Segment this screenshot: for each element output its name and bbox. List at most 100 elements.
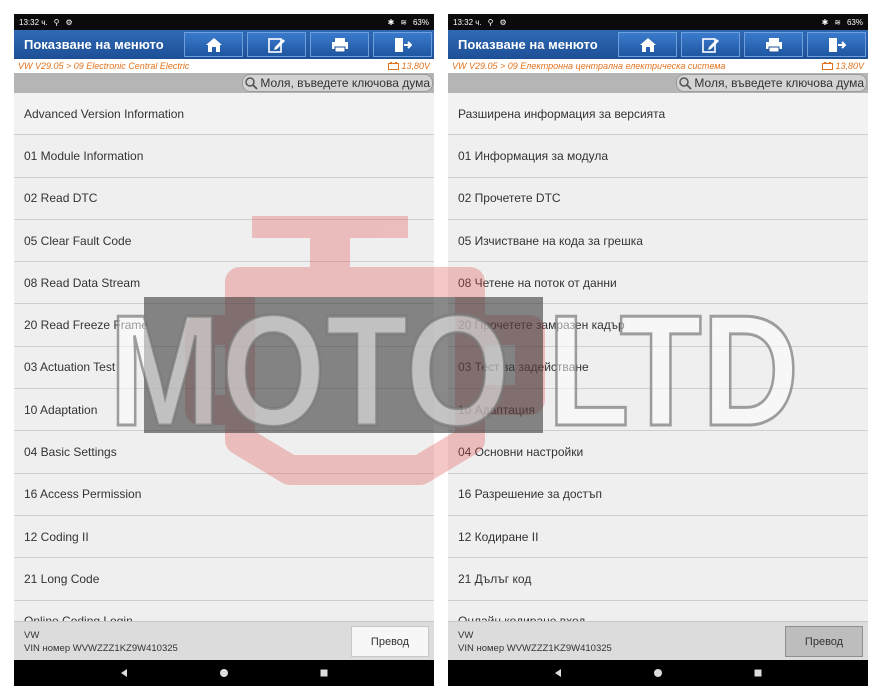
menu-item-long-code[interactable]: 21 Дълъг код <box>448 558 868 601</box>
edit-icon <box>267 37 285 53</box>
menu-item-module-info[interactable]: 01 Информация за модула <box>448 135 868 178</box>
screen-left: 13:32 ч. ⚲ ⚙ ✱ ≋ 63% Показване на менюто… <box>14 14 434 686</box>
print-icon <box>765 37 782 52</box>
search-bar: Моля, въведете ключова дума <box>448 73 868 93</box>
menu-item-adaptation[interactable]: 10 Adaptation <box>14 389 434 432</box>
menu-item-basic-settings[interactable]: 04 Basic Settings <box>14 431 434 474</box>
breadcrumb: VW V29.05 > 09 Electronic Central Electr… <box>14 59 434 73</box>
search-input[interactable]: Моля, въведете ключова дума <box>676 74 867 92</box>
menu-item-read-data-stream[interactable]: 08 Read Data Stream <box>14 262 434 305</box>
home-button[interactable] <box>184 32 243 57</box>
home-nav-icon[interactable] <box>653 668 663 678</box>
status-time: 13:32 ч. <box>19 17 48 27</box>
battery-status: 63% <box>412 17 429 27</box>
menu-item-advanced-version-info[interactable]: Разширена информация за версията <box>448 93 868 136</box>
vin-number: VIN номер WVWZZZ1KZ9W410325 <box>24 643 178 654</box>
status-bar: 13:32 ч. ⚲ ⚙ ✱ ≋ 63% <box>14 14 434 30</box>
exit-icon <box>394 37 412 52</box>
menu-item-advanced-version-info[interactable]: Advanced Version Information <box>14 93 434 136</box>
footer-bar: VW VIN номер WVWZZZ1KZ9W410325 Превод <box>14 621 434 660</box>
menu-item-read-freeze-frame[interactable]: 20 Read Freeze Frame <box>14 304 434 347</box>
voltage-indicator: 13,80V <box>388 61 430 71</box>
back-icon[interactable] <box>553 668 563 678</box>
print-icon <box>331 37 348 52</box>
menu-item-adaptation[interactable]: 10 Адаптация <box>448 389 868 432</box>
menu-item-read-data-stream[interactable]: 08 Четене на поток от данни <box>448 262 868 305</box>
menu-item-access-permission[interactable]: 16 Access Permission <box>14 473 434 516</box>
edit-icon <box>701 37 719 53</box>
vehicle-make: VW <box>24 630 40 641</box>
recents-icon[interactable] <box>319 668 329 678</box>
battery-icon <box>388 62 400 70</box>
bluetooth-icon: ✱ <box>821 17 829 27</box>
edit-button[interactable] <box>681 32 740 57</box>
search-input[interactable]: Моля, въведете ключова дума <box>242 74 433 92</box>
page-title: Показване на менюто <box>24 37 164 52</box>
settings-status-icon: ⚙ <box>65 17 73 27</box>
footer-bar: VW VIN номер WVWZZZ1KZ9W410325 Превод <box>448 621 868 660</box>
menu-item-read-dtc[interactable]: 02 Read DTC <box>14 177 434 220</box>
vehicle-info: VW VIN номер WVWZZZ1KZ9W410325 <box>458 629 612 655</box>
search-placeholder: Моля, въведете ключова дума <box>694 76 864 90</box>
breadcrumb-text: VW V29.05 > 09 Електронна централна елек… <box>452 61 726 71</box>
home-button[interactable] <box>618 32 677 57</box>
search-icon <box>679 76 693 90</box>
exit-button[interactable] <box>807 32 866 57</box>
search-bar: Моля, въведете ключова дума <box>14 73 434 93</box>
home-icon <box>205 37 222 52</box>
vin-number: VIN номер WVWZZZ1KZ9W410325 <box>458 643 612 654</box>
back-icon[interactable] <box>119 668 129 678</box>
exit-button[interactable] <box>373 32 432 57</box>
recents-icon[interactable] <box>753 668 763 678</box>
search-icon <box>245 76 259 90</box>
voltage-indicator: 13,80V <box>822 61 864 71</box>
wifi-icon: ≋ <box>400 17 407 27</box>
menu-item-online-coding-login[interactable]: Онлайн кодиране вход <box>448 600 868 622</box>
menu-item-long-code[interactable]: 21 Long Code <box>14 558 434 601</box>
voltage-value: 13,80V <box>835 61 864 71</box>
app-header: Показване на менюто <box>14 30 434 59</box>
menu-item-module-info[interactable]: 01 Module Information <box>14 135 434 178</box>
translate-button[interactable]: Превод <box>351 626 429 657</box>
android-nav-bar <box>448 660 868 686</box>
page-title: Показване на менюто <box>458 37 598 52</box>
screen-right: 13:32 ч. ⚲ ⚙ ✱ ≋ 63% Показване на менюто… <box>448 14 868 686</box>
breadcrumb: VW V29.05 > 09 Електронна централна елек… <box>448 59 868 73</box>
translate-button[interactable]: Превод <box>785 626 863 657</box>
menu-item-clear-fault-code[interactable]: 05 Clear Fault Code <box>14 219 434 263</box>
battery-status: 63% <box>846 17 863 27</box>
edit-button[interactable] <box>247 32 306 57</box>
voltage-value: 13,80V <box>401 61 430 71</box>
print-button[interactable] <box>744 32 803 57</box>
usb-icon: ⚲ <box>53 17 60 27</box>
home-icon <box>639 37 656 52</box>
menu-item-coding-ii[interactable]: 12 Кодиране II <box>448 515 868 559</box>
menu-item-read-dtc[interactable]: 02 Прочетете DTC <box>448 177 868 220</box>
menu-list: Advanced Version Information 01 Module I… <box>14 93 434 622</box>
app-header: Показване на менюто <box>448 30 868 59</box>
wifi-icon: ≋ <box>834 17 841 27</box>
exit-icon <box>828 37 846 52</box>
bluetooth-icon: ✱ <box>387 17 395 27</box>
usb-icon: ⚲ <box>487 17 494 27</box>
menu-item-actuation-test[interactable]: 03 Actuation Test <box>14 346 434 390</box>
menu-item-basic-settings[interactable]: 04 Основни настройки <box>448 431 868 474</box>
home-nav-icon[interactable] <box>219 668 229 678</box>
vehicle-make: VW <box>458 630 474 641</box>
battery-icon <box>822 62 834 70</box>
vehicle-info: VW VIN номер WVWZZZ1KZ9W410325 <box>24 629 178 655</box>
menu-item-actuation-test[interactable]: 03 Тест за задействане <box>448 346 868 390</box>
search-placeholder: Моля, въведете ключова дума <box>260 76 430 90</box>
status-bar: 13:32 ч. ⚲ ⚙ ✱ ≋ 63% <box>448 14 868 30</box>
menu-item-online-coding-login[interactable]: Online Coding Login <box>14 600 434 622</box>
status-time: 13:32 ч. <box>453 17 482 27</box>
print-button[interactable] <box>310 32 369 57</box>
breadcrumb-text: VW V29.05 > 09 Electronic Central Electr… <box>18 61 190 71</box>
menu-item-access-permission[interactable]: 16 Разрешение за достъп <box>448 473 868 516</box>
menu-list: Разширена информация за версията 01 Инфо… <box>448 93 868 622</box>
menu-item-read-freeze-frame[interactable]: 20 Прочетете замразен кадър <box>448 304 868 347</box>
settings-status-icon: ⚙ <box>499 17 507 27</box>
menu-item-clear-fault-code[interactable]: 05 Изчистване на кода за грешка <box>448 219 868 263</box>
menu-item-coding-ii[interactable]: 12 Coding II <box>14 515 434 559</box>
android-nav-bar <box>14 660 434 686</box>
